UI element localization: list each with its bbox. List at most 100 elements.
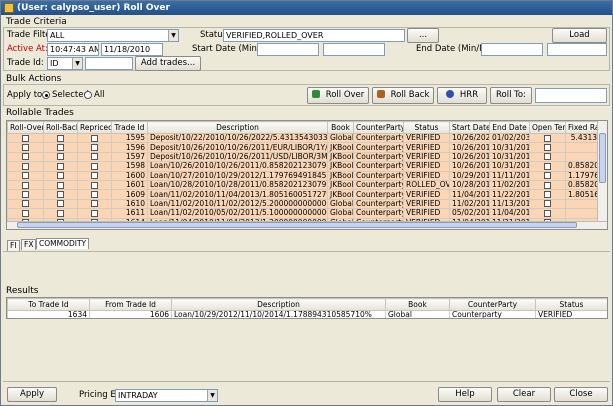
repriced-checkbox[interactable] [91,181,98,189]
counterparty-cell: Counterparty [353,198,404,210]
fixed-rate-cell: 1.17976 [565,170,600,181]
repriced-checkbox[interactable] [91,162,98,170]
status-field[interactable]: VERIFIED,ROLLED_OVER [223,29,405,42]
trade-filter-value: ALL [50,31,65,40]
roll-over-checkbox[interactable] [22,153,29,161]
table-row[interactable]: 1596 Deposit/10/26/2010/10/26/2011/EUR/LI… [7,142,600,153]
open-term-checkbox[interactable] [544,209,551,217]
trades-vertical-scrollbar[interactable] [597,121,607,221]
repriced-checkbox[interactable] [91,153,98,161]
repriced-checkbox[interactable] [91,191,98,199]
active-at-date-field[interactable]: 11/18/2010 [101,43,163,56]
repriced-checkbox[interactable] [91,200,98,208]
active-at-time-field[interactable]: 10:47:43 AM [47,43,99,56]
fixed-rate-cell [565,151,600,163]
roll-over-checkbox[interactable] [22,162,29,170]
roll-back-checkbox[interactable] [57,134,64,142]
status-cell: VERIFIED [403,189,450,200]
open-term-checkbox[interactable] [544,153,551,161]
add-trades-button[interactable]: Add trades... [135,56,201,71]
table-row[interactable]: 1598 Loan/10/26/2010/10/26/2011/0.8582021… [7,161,600,172]
table-row[interactable]: 1611 Loan/11/02/2010/05/02/2011/5.1000000… [7,208,600,219]
open-term-checkbox[interactable] [544,181,551,189]
rollable-trades-label: Rollable Trades [6,108,74,118]
roll-over-checkbox[interactable] [22,209,29,217]
book-cell: Global [385,309,450,318]
tab-commodity[interactable]: COMMODITY [36,238,90,249]
roll-back-checkbox[interactable] [57,181,64,189]
help-button[interactable]: Help [438,387,492,402]
repriced-checkbox[interactable] [91,172,98,180]
roll-back-checkbox[interactable] [57,153,64,161]
trade-id-type-select[interactable]: ID ▼ [47,57,83,70]
end-date-max-field[interactable] [547,43,607,56]
roll-back-checkbox[interactable] [57,144,64,152]
roll-back-checkbox[interactable] [57,209,64,217]
tab-fx[interactable]: FX [21,239,37,250]
roll-over-checkbox[interactable] [22,172,29,180]
open-term-cell [529,132,566,144]
table-row[interactable]: 1597 Deposit/10/26/2010/10/26/2011/USD/LI… [7,151,600,163]
roll-back-checkbox[interactable] [57,162,64,170]
roll-back-checkbox[interactable] [57,191,64,199]
selected-radio[interactable] [42,91,50,99]
roll-over-checkbox[interactable] [22,191,29,199]
roll-over-checkbox[interactable] [22,134,29,142]
all-radio[interactable] [84,91,92,99]
table-row[interactable]: 1609 Loan/11/02/2010/11/04/2013/1.8051600… [7,189,600,200]
open-term-checkbox[interactable] [544,144,551,152]
start-date-min-field[interactable] [257,43,319,56]
row-checkbox-cell [43,142,78,153]
clear-button[interactable]: Clear [497,387,551,402]
repriced-checkbox[interactable] [91,134,98,142]
table-row[interactable]: 1634 1606 Loan/10/29/2012/11/10/2014/1.178… [7,309,607,318]
open-term-checkbox[interactable] [544,134,551,142]
roll-back-button[interactable]: Roll Back [372,87,434,104]
trades-horizontal-scrollbar[interactable] [7,221,607,229]
status-browse-button[interactable]: ... [407,28,439,43]
end-date-min-field[interactable] [481,43,543,56]
trades-hscroll-thumb[interactable] [17,222,577,228]
row-checkbox-cell [7,132,44,144]
hrr-button[interactable]: HRR [437,87,487,104]
trade-criteria-label: Trade Criteria [6,17,67,27]
row-checkbox-cell [43,161,78,172]
trade-id-field[interactable] [85,57,133,70]
table-row[interactable]: 1601 Loan/10/28/2010/10/28/2011/0.8582021… [7,179,600,191]
roll-to-field[interactable] [535,88,607,103]
open-term-checkbox[interactable] [544,200,551,208]
trade-id-cell: 1595 [111,132,148,144]
roll-over-checkbox[interactable] [22,144,29,152]
counterparty-cell: Counterparty [353,132,404,144]
table-row[interactable]: 1600 Loan/10/27/2010/10/29/2012/1.1797694… [7,170,600,181]
roll-to-button[interactable]: Roll To: [490,87,532,104]
chevron-down-icon: ▼ [168,30,178,41]
table-row[interactable]: 1610 Loan/11/02/2010/11/02/2012/5.2000000… [7,198,600,210]
trade-filter-select[interactable]: ALL ▼ [47,29,179,42]
pricing-env-select[interactable]: INTRADAY ▼ [115,389,218,402]
open-term-checkbox[interactable] [544,172,551,180]
roll-over-checkbox[interactable] [22,200,29,208]
table-row[interactable]: 1595 Deposit/10/22/2010/10/26/2022/5.4313… [7,132,600,144]
apply-button[interactable]: Apply [7,387,57,402]
roll-over-checkbox[interactable] [22,181,29,189]
repriced-checkbox[interactable] [91,144,98,152]
start-date-max-field[interactable] [323,43,385,56]
fixed-rate-cell [565,208,600,219]
open-term-checkbox[interactable] [544,162,551,170]
row-checkbox-cell [43,132,78,144]
load-button[interactable]: Load [552,28,607,43]
roll-back-checkbox[interactable] [57,200,64,208]
trades-vscroll-thumb[interactable] [599,133,606,183]
start-date-cell: 11/02/2012 [449,198,490,210]
close-button[interactable]: Close [554,387,608,402]
status-cell: VERIFIED [403,161,450,172]
open-term-checkbox[interactable] [544,191,551,199]
roll-back-checkbox[interactable] [57,172,64,180]
trade-id-cell: 1609 [111,189,148,200]
repriced-checkbox[interactable] [91,209,98,217]
results-header: To Trade Id From Trade Id Description Book C… [7,298,607,311]
column-header: CounterParty [449,298,536,311]
tab-fi[interactable]: FI [7,240,20,251]
roll-over-button[interactable]: Roll Over [307,87,369,104]
